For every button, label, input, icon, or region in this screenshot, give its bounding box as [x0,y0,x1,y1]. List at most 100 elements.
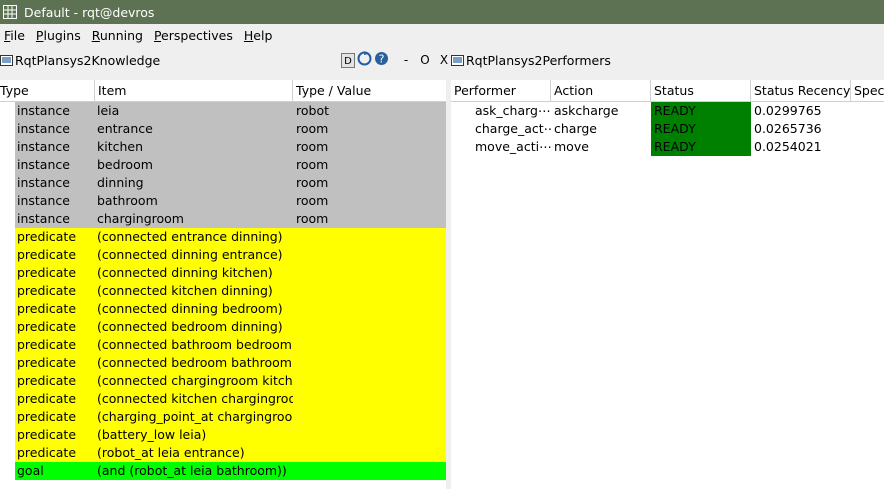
knowledge-row[interactable]: predicate (connected chargingroom kitchen… [15,372,446,390]
help-icon[interactable]: ? [374,51,389,69]
plugin-icon [451,54,464,67]
knowledge-row[interactable]: instance leia robot [15,102,446,120]
cell-specialization [851,120,884,138]
cell-type-value: room [296,157,329,172]
knowledge-panel-title: RqtPlansys2Knowledge [15,52,161,68]
cell-type-value [293,390,446,408]
knowledge-row[interactable]: instance bedroom room [15,156,446,174]
cell-action: askcharge [554,103,619,118]
column-header-type-value[interactable]: Type / Value [293,80,446,101]
performers-panel-title-bar[interactable]: RqtPlansys2Performers [451,50,884,70]
knowledge-row[interactable]: predicate (connected dinning kitchen) [15,264,446,282]
cell-type-value [293,264,446,282]
knowledge-row[interactable]: instance dinning room [15,174,446,192]
column-header-specialization[interactable]: Speci [851,80,884,101]
cell-item: (and (robot_at leia bathroom)) [97,463,287,478]
cell-type-value [293,282,446,300]
cell-type: predicate [17,283,77,298]
knowledge-row[interactable]: predicate (battery_low leia) [15,426,446,444]
column-header-type[interactable]: Type [0,80,95,101]
knowledge-row[interactable]: instance bathroom room [15,192,446,210]
performer-row[interactable]: charge_act⋯ charge READY 0.0265736 [451,120,884,138]
cell-type-value: room [296,139,329,154]
cell-type: predicate [17,265,77,280]
cell-item: bathroom [97,193,158,208]
performers-panel-title: RqtPlansys2Performers [466,52,611,68]
window-title: Default - rqt@devros [24,4,155,20]
knowledge-row[interactable]: predicate (connected kitchen dinning) [15,282,446,300]
cell-item: chargingroom [97,211,184,226]
cell-type: instance [17,121,70,136]
cell-item: (robot_at leia entrance) [97,445,245,460]
knowledge-row[interactable]: predicate (connected bedroom dinning) [15,318,446,336]
cell-type-value [293,444,446,462]
cell-action: charge [554,121,597,136]
knowledge-row[interactable]: goal (and (robot_at leia bathroom)) [15,462,446,480]
menu-label-rest: elp [253,27,273,43]
cell-type: instance [17,139,70,154]
cell-specialization [851,102,884,120]
cell-type: predicate [17,373,77,388]
cell-item: (connected dinning bedroom) [97,301,283,316]
column-header-status[interactable]: Status [651,80,751,101]
cell-item: (connected dinning entrance) [97,247,283,262]
cell-performer: charge_act⋯ [475,121,551,136]
knowledge-table-body: instance leia robot instance entrance room ins… [15,102,446,480]
menu-mnemonic: R [91,27,100,43]
knowledge-row[interactable]: instance kitchen room [15,138,446,156]
float-button[interactable]: O [418,53,432,67]
cell-type-value [293,336,446,354]
knowledge-table[interactable]: Type Item Type / Value instance leia robot… [0,80,446,489]
cell-type-value: robot [296,103,329,118]
menu-running[interactable]: Running [89,28,151,43]
cell-status: READY [651,102,751,120]
cell-type-value [293,300,446,318]
cell-type: instance [17,103,70,118]
knowledge-row[interactable]: instance chargingroom room [15,210,446,228]
knowledge-row[interactable]: predicate (robot_at leia entrance) [15,444,446,462]
cell-type: instance [17,157,70,172]
knowledge-row[interactable]: predicate (charging_point_at chargingroom… [15,408,446,426]
cell-type-value [293,354,446,372]
cell-item: kitchen [97,139,144,154]
cell-type: predicate [17,355,77,370]
cell-action: move [554,139,589,154]
cell-type: predicate [17,337,77,352]
menu-bar: File Plugins Running Perspectives Help [0,24,884,46]
performer-row[interactable]: ask_charg⋯ askcharge READY 0.0299765 [451,102,884,120]
menu-file[interactable]: File [0,28,33,43]
knowledge-row[interactable]: predicate (connected entrance dinning) [15,228,446,246]
column-header-performer[interactable]: Performer [451,80,551,101]
performers-table-body: ask_charg⋯ askcharge READY 0.0299765 charge_… [451,102,884,156]
menu-help[interactable]: Help [241,28,281,43]
performers-table[interactable]: Performer Action Status Status Recency S… [451,80,884,489]
cell-type: predicate [17,247,77,262]
knowledge-row[interactable]: predicate (connected dinning bedroom) [15,300,446,318]
cell-type: predicate [17,229,77,244]
knowledge-row[interactable]: predicate (connected bathroom bedroom) [15,336,446,354]
cell-status: READY [651,120,751,138]
menu-perspectives[interactable]: Perspectives [151,28,241,43]
menu-plugins[interactable]: Plugins [33,28,89,43]
knowledge-row[interactable]: predicate (connected dinning entrance) [15,246,446,264]
cell-status: READY [651,138,751,156]
knowledge-row[interactable]: predicate (connected kitchen chargingroom… [15,390,446,408]
cell-type-value: room [296,175,329,190]
cell-type: predicate [17,391,77,406]
cell-item: (charging_point_at chargingroom) [97,409,293,424]
reload-icon[interactable] [357,51,372,69]
cell-type: goal [17,463,44,478]
performer-row[interactable]: move_acti⋯ move READY 0.0254021 [451,138,884,156]
column-header-action[interactable]: Action [551,80,651,101]
minimize-button[interactable]: - [399,53,413,67]
knowledge-row[interactable]: instance entrance room [15,120,446,138]
column-header-status-recency[interactable]: Status Recency [751,80,851,101]
column-header-item[interactable]: Item [95,80,293,101]
dock-d-button[interactable]: D [341,52,355,68]
cell-type: instance [17,175,70,190]
close-panel-button[interactable]: X [437,53,451,67]
menu-mnemonic: P [153,27,162,43]
knowledge-row[interactable]: predicate (connected bedroom bathroom) [15,354,446,372]
cell-performer: ask_charg⋯ [475,103,551,118]
cell-status-recency: 0.0254021 [754,139,822,154]
